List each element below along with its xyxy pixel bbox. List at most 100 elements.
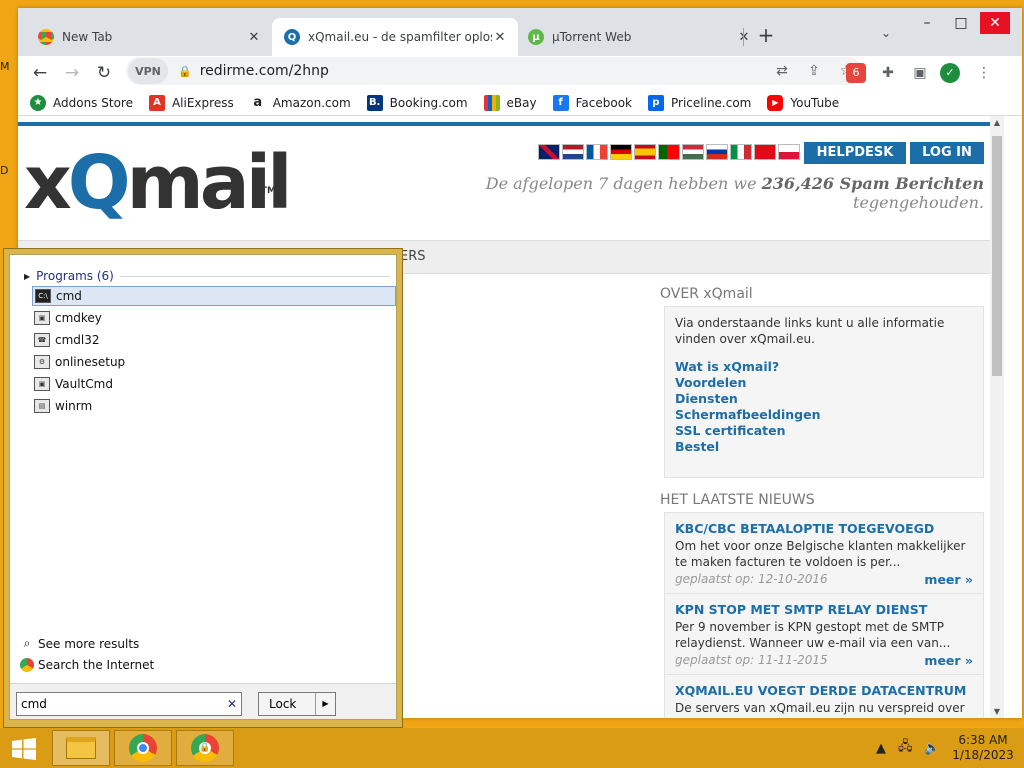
programs-section-header[interactable]: ▶ Programs (6) — [24, 269, 114, 283]
see-more-results-link[interactable]: ⌕ See more results — [20, 636, 140, 651]
news-box: KBC/CBC BETAALOPTIE TOEGEVOEGD Om het vo… — [664, 512, 984, 718]
tab-title: New Tab — [62, 30, 113, 44]
lock-icon[interactable]: 🔒 — [178, 65, 192, 78]
link-schermafbeeldingen[interactable]: Schermafbeeldingen — [665, 407, 983, 423]
flag-pl-icon[interactable] — [778, 144, 800, 160]
program-cmdkey[interactable]: ▣ cmdkey — [32, 308, 396, 328]
page-scrollbar[interactable]: ▲ ▼ — [990, 116, 1004, 718]
reload-icon[interactable]: ↻ — [88, 63, 120, 83]
bookmark-addons-store[interactable]: ★ Addons Store — [30, 94, 133, 111]
tray-expand-icon[interactable]: ▲ — [876, 728, 886, 768]
bookmark-booking[interactable]: B. Booking.com — [366, 94, 468, 111]
program-cmd[interactable]: C:\ cmd — [32, 286, 396, 306]
flag-nl-icon[interactable] — [562, 144, 584, 160]
program-label: cmd — [56, 289, 82, 303]
news-headline[interactable]: XQMAIL.EU VOEGT DERDE DATACENTRUM — [675, 683, 973, 698]
bookmark-amazon[interactable]: a Amazon.com — [249, 94, 351, 111]
start-button[interactable] — [6, 734, 42, 764]
aliexpress-icon: A — [148, 94, 165, 111]
maximize-icon[interactable]: □ — [946, 12, 976, 34]
flag-fr-icon[interactable] — [586, 144, 608, 160]
tab-utorrent[interactable]: µ µTorrent Web ✕ — [516, 18, 762, 56]
forward-arrow-icon[interactable]: → — [56, 63, 88, 83]
program-vaultcmd[interactable]: ▣ VaultCmd — [32, 374, 396, 394]
extensions-puzzle-icon[interactable]: ✚ — [878, 63, 898, 83]
new-tab-button[interactable]: + — [754, 24, 778, 48]
minimize-icon[interactable]: – — [912, 12, 942, 34]
network-icon[interactable]: 🖧 — [898, 728, 913, 768]
lock-label: Lock — [269, 697, 297, 711]
news-summary: Per 9 november is KPN gestopt met de SMT… — [675, 620, 951, 650]
start-search-input[interactable]: cmd ✕ — [16, 692, 242, 716]
vpn-shield-icon[interactable]: ✓ — [940, 63, 960, 83]
link-diensten[interactable]: Diensten — [665, 391, 983, 407]
program-label: cmdl32 — [55, 333, 100, 347]
url-text[interactable]: redirme.com/2hnp — [200, 63, 766, 79]
flag-hu-icon[interactable] — [682, 144, 704, 160]
program-cmdl32[interactable]: ☎ cmdl32 — [32, 330, 396, 350]
flag-ru-icon[interactable] — [706, 144, 728, 160]
flag-uk-icon[interactable] — [538, 144, 560, 160]
news-more-link[interactable]: meer » — [924, 572, 973, 587]
news-headline[interactable]: KPN STOP MET SMTP RELAY DIENST — [675, 602, 973, 617]
share-icon[interactable]: ⇪ — [798, 63, 830, 79]
bookmark-youtube[interactable]: ▶ YouTube — [767, 94, 839, 111]
flag-it-icon[interactable] — [730, 144, 752, 160]
desktop-icon-label: D — [0, 164, 9, 177]
close-icon[interactable]: ✕ — [492, 30, 508, 45]
flag-tr-icon[interactable] — [754, 144, 776, 160]
scroll-down-icon[interactable]: ▼ — [990, 707, 1004, 716]
nav-item-partial[interactable]: ERS — [400, 249, 426, 264]
bookmark-priceline[interactable]: p Priceline.com — [648, 94, 751, 111]
search-internet-link[interactable]: Search the Internet — [20, 658, 154, 672]
xqmail-logo[interactable]: xQmail TM — [24, 138, 292, 228]
program-onlinesetup[interactable]: ⚙ onlinesetup — [32, 352, 396, 372]
link-ssl-certificaten[interactable]: SSL certificaten — [665, 423, 983, 439]
menu-kebab-icon[interactable]: ⋮ — [974, 63, 994, 83]
vpn-badge[interactable]: VPN — [128, 58, 168, 84]
lock-button[interactable]: Lock ▶ — [258, 692, 336, 716]
back-arrow-icon[interactable]: ← — [24, 63, 56, 83]
power-options-arrow-icon[interactable]: ▶ — [315, 693, 335, 715]
volume-icon[interactable]: 🔈 — [924, 728, 940, 768]
clear-search-icon[interactable]: ✕ — [223, 697, 241, 711]
link-wat-is-xqmail[interactable]: Wat is xQmail? — [665, 359, 983, 375]
taskbar-chrome[interactable] — [114, 730, 172, 766]
taskbar-file-explorer[interactable] — [52, 730, 110, 766]
program-winrm[interactable]: ▤ winrm — [32, 396, 396, 416]
flag-es-icon[interactable] — [634, 144, 656, 160]
login-button[interactable]: LOG IN — [910, 142, 984, 164]
taskbar-secure-browser[interactable]: 🔒 — [176, 730, 234, 766]
translate-icon[interactable]: ⇄ — [766, 63, 798, 79]
scrollbar-thumb[interactable] — [992, 136, 1002, 376]
link-voordelen[interactable]: Voordelen — [665, 375, 983, 391]
bookmark-label: eBay — [506, 95, 537, 110]
bookmark-aliexpress[interactable]: A AliExpress — [148, 94, 234, 111]
tab-new-tab[interactable]: New Tab ✕ — [26, 18, 272, 56]
side-panel-icon[interactable]: ▣ — [910, 63, 930, 83]
chevron-down-icon[interactable]: ⌄ — [876, 26, 896, 40]
helpdesk-button[interactable]: HELPDESK — [804, 142, 906, 164]
flag-pt-icon[interactable] — [658, 144, 680, 160]
system-clock[interactable]: 6:38 AM 1/18/2023 — [950, 733, 1016, 763]
close-icon[interactable]: ✕ — [246, 30, 262, 45]
extension-shield-icon[interactable]: 6 — [846, 63, 866, 83]
bookmark-facebook[interactable]: f Facebook — [552, 94, 632, 111]
tab-xqmail[interactable]: Q xQmail.eu - de spamfilter oplossing ✕ — [272, 18, 518, 56]
link-bestel[interactable]: Bestel — [665, 439, 983, 455]
close-window-icon[interactable]: ✕ — [980, 12, 1010, 34]
addons-store-icon: ★ — [30, 94, 46, 111]
scroll-up-icon[interactable]: ▲ — [990, 118, 1004, 127]
spam-tagline: De afgelopen 7 dagen hebben we 236,426 S… — [354, 174, 984, 212]
facebook-icon: f — [552, 94, 569, 111]
bookmark-ebay[interactable]: eBay — [483, 94, 537, 111]
news-more-link[interactable]: meer » — [924, 653, 973, 668]
amazon-icon: a — [249, 94, 266, 111]
news-headline[interactable]: KBC/CBC BETAALOPTIE TOEGEVOEGD — [675, 521, 973, 536]
close-icon[interactable]: ✕ — [736, 30, 752, 45]
flag-de-icon[interactable] — [610, 144, 632, 160]
browser-toolbar: ← → ↻ VPN 🔒 redirme.com/2hnp ⇄ ⇪ ☆ 6 ✚ ▣… — [18, 56, 1022, 90]
address-bar[interactable]: VPN 🔒 redirme.com/2hnp ⇄ ⇪ ☆ — [126, 57, 862, 85]
news-item: KBC/CBC BETAALOPTIE TOEGEVOEGD Om het vo… — [665, 513, 983, 594]
search-value[interactable]: cmd — [21, 697, 223, 711]
